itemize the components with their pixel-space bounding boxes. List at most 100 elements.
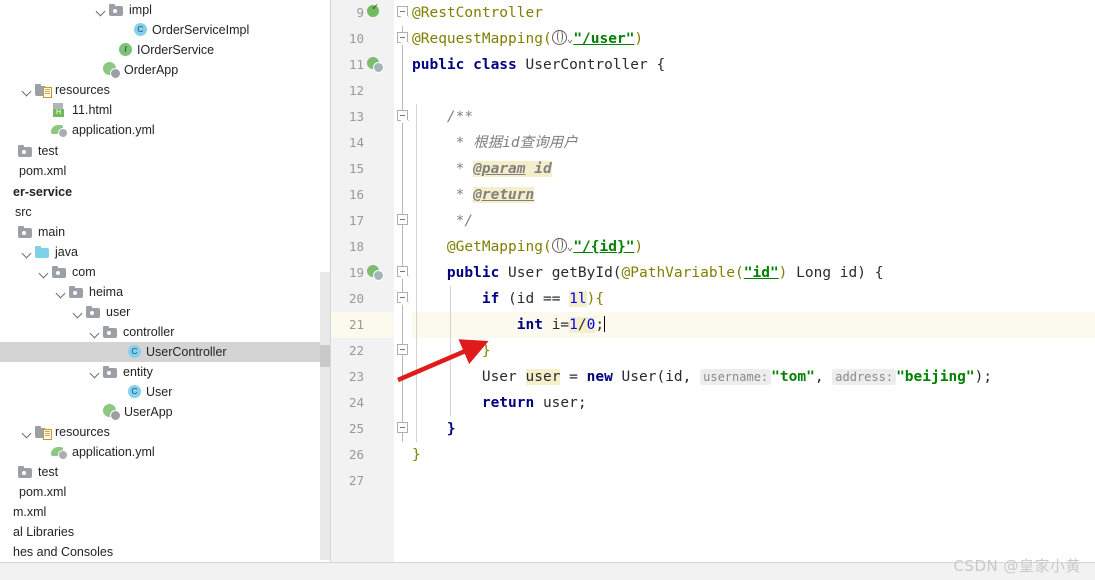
fold-collapse-icon[interactable] xyxy=(397,422,408,433)
tree-item-al-libraries[interactable]: al Libraries xyxy=(0,522,330,542)
tree-item-main[interactable]: main xyxy=(0,222,330,242)
code-text[interactable]: * @param id xyxy=(412,156,1095,182)
editor-line[interactable]: 25 } xyxy=(331,416,1095,442)
fold-collapse-icon[interactable] xyxy=(397,214,408,225)
tree-item-hes-and-consoles[interactable]: hes and Consoles xyxy=(0,542,330,562)
tree-item-application-yml[interactable]: application.yml xyxy=(0,120,330,140)
tree-item-user[interactable]: User xyxy=(0,382,330,402)
tree-item-controller[interactable]: controller xyxy=(0,322,330,342)
url-string-token[interactable]: "/{id}" xyxy=(573,239,634,255)
fold-collapse-icon[interactable] xyxy=(397,344,408,355)
sidebar-scrollbar-thumb[interactable] xyxy=(320,345,330,367)
chevron-down-icon[interactable] xyxy=(21,426,34,439)
web-globe-icon[interactable] xyxy=(551,237,567,253)
tree-item-src[interactable]: src xyxy=(0,202,330,222)
code-text[interactable]: /** xyxy=(412,104,1095,130)
editor-line[interactable]: 24 return user; xyxy=(331,390,1095,416)
tree-item-java[interactable]: java xyxy=(0,242,330,262)
code-text[interactable] xyxy=(412,78,1095,104)
tree-item-er-service[interactable]: er-service xyxy=(0,182,330,202)
code-text[interactable]: @RestController xyxy=(412,0,1095,26)
tree-item-application-yml[interactable]: application.yml xyxy=(0,442,330,462)
tree-item-test[interactable]: test xyxy=(0,141,330,161)
editor-line[interactable]: 22 } xyxy=(331,338,1095,364)
chevron-down-icon[interactable] xyxy=(89,326,102,339)
url-string-token[interactable]: "/user" xyxy=(573,31,634,47)
editor-line[interactable]: 19 public User getById(@PathVariable("id… xyxy=(331,260,1095,286)
editor-line[interactable]: 18 @GetMapping(⌄"/{id}") xyxy=(331,234,1095,260)
tree-item-11-html[interactable]: 11.html xyxy=(0,100,330,120)
editor-line[interactable]: 10 @RequestMapping(⌄"/user") xyxy=(331,26,1095,52)
fold-column[interactable] xyxy=(394,182,412,208)
spring-bean-icon[interactable] xyxy=(367,57,384,73)
chevron-down-icon[interactable] xyxy=(95,4,108,17)
editor-line[interactable]: 11 public class UserController { xyxy=(331,52,1095,78)
code-text[interactable]: public User getById(@PathVariable("id") … xyxy=(412,260,1095,286)
fold-column[interactable] xyxy=(394,338,412,364)
chevron-down-icon[interactable] xyxy=(55,286,68,299)
editor-line[interactable]: 12 xyxy=(331,78,1095,104)
fold-column[interactable] xyxy=(394,156,412,182)
fold-column[interactable] xyxy=(394,0,412,26)
code-text[interactable]: User user = new User(id, username: "tom",… xyxy=(412,364,1095,390)
fold-column[interactable] xyxy=(394,234,412,260)
editor-line[interactable]: 9 @RestController xyxy=(331,0,1095,26)
fold-column[interactable] xyxy=(394,260,412,286)
editor-line[interactable]: 23 User user = new User(id, username: "to… xyxy=(331,364,1095,390)
editor-line[interactable]: 15 * @param id xyxy=(331,156,1095,182)
fold-column[interactable] xyxy=(394,312,412,338)
editor-line[interactable]: 16 * @return xyxy=(331,182,1095,208)
tree-item-test[interactable]: test xyxy=(0,462,330,482)
tree-item-com[interactable]: com xyxy=(0,262,330,282)
code-text[interactable]: } xyxy=(412,442,1095,468)
tree-item-orderserviceimpl[interactable]: OrderServiceImpl xyxy=(0,20,330,40)
tree-item-impl[interactable]: impl xyxy=(0,0,330,20)
fold-collapse-icon[interactable] xyxy=(397,32,408,43)
code-text[interactable]: if (id == 1l){ xyxy=(412,286,1095,312)
code-text[interactable]: @RequestMapping(⌄"/user") xyxy=(412,26,1095,52)
project-tree-panel[interactable]: implOrderServiceImpl IOrderService OrderAp… xyxy=(0,0,330,562)
fold-column[interactable] xyxy=(394,208,412,234)
code-text[interactable]: * @return xyxy=(412,182,1095,208)
code-text[interactable]: public class UserController { xyxy=(412,52,1095,78)
chevron-down-icon[interactable] xyxy=(72,306,85,319)
web-globe-icon[interactable] xyxy=(551,29,567,45)
editor-line[interactable]: 20 if (id == 1l){ xyxy=(331,286,1095,312)
editor-line[interactable]: 14 * 根据id查询用户 xyxy=(331,130,1095,156)
fold-column[interactable] xyxy=(394,104,412,130)
tree-item-resources[interactable]: resources xyxy=(0,422,330,442)
tree-item-usercontroller[interactable]: UserController xyxy=(0,342,330,362)
tree-item-resources[interactable]: resources xyxy=(0,80,330,100)
spring-bean-run-icon[interactable] xyxy=(367,2,382,20)
tree-item-userapp[interactable]: UserApp xyxy=(0,402,330,422)
tree-item-heima[interactable]: heima xyxy=(0,282,330,302)
fold-column[interactable] xyxy=(394,364,412,390)
fold-column[interactable] xyxy=(394,52,412,78)
fold-column[interactable] xyxy=(394,468,412,494)
code-text[interactable]: } xyxy=(412,416,1095,442)
fold-column[interactable] xyxy=(394,26,412,52)
code-text[interactable] xyxy=(412,468,1095,494)
editor-line[interactable]: 27 xyxy=(331,468,1095,494)
chevron-down-icon[interactable] xyxy=(21,246,34,259)
code-text[interactable]: * 根据id查询用户 xyxy=(412,130,1095,156)
fold-collapse-icon[interactable] xyxy=(397,6,408,17)
code-text[interactable]: */ xyxy=(412,208,1095,234)
fold-column[interactable] xyxy=(394,286,412,312)
editor-line-current[interactable]: 21 int i=1/0; xyxy=(331,312,1095,338)
sidebar-scrollbar-track[interactable] xyxy=(320,272,330,560)
tree-item-iorderservice[interactable]: IOrderService xyxy=(0,40,330,60)
tree-item-user[interactable]: user xyxy=(0,302,330,322)
fold-column[interactable] xyxy=(394,442,412,468)
code-text[interactable]: int i=1/0; xyxy=(412,312,1095,338)
tree-item-orderapp[interactable]: OrderApp xyxy=(0,60,330,80)
code-text[interactable]: return user; xyxy=(412,390,1095,416)
fold-collapse-icon[interactable] xyxy=(397,292,408,303)
fold-column[interactable] xyxy=(394,416,412,442)
fold-collapse-icon[interactable] xyxy=(397,266,408,277)
editor-line[interactable]: 13 /** xyxy=(331,104,1095,130)
fold-column[interactable] xyxy=(394,78,412,104)
editor-line[interactable]: 26 } xyxy=(331,442,1095,468)
chevron-down-icon[interactable] xyxy=(21,84,34,97)
editor-line[interactable]: 17 */ xyxy=(331,208,1095,234)
